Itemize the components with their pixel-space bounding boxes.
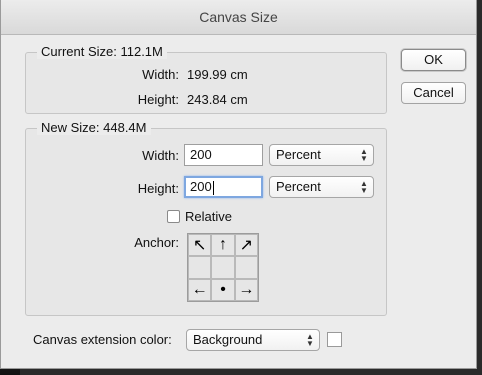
anchor-top-right[interactable]: ↗ [234,234,258,257]
width-input-value: 200 [190,147,212,162]
relative-checkbox[interactable] [167,210,180,223]
width-input[interactable]: 200 [184,144,263,166]
current-width-label: Width: [142,67,179,82]
current-width-value: 199.99 cm [187,67,248,82]
anchor-bottom-center[interactable]: • [211,278,235,301]
anchor-bottom-left[interactable]: ← [188,278,212,301]
anchor-middle-right[interactable] [234,256,258,279]
current-size-legend: Current Size: 112.1M [37,44,167,59]
cancel-button[interactable]: Cancel [401,82,466,104]
chevron-updown-icon: ▲ ▼ [360,179,368,195]
anchor-bottom-right[interactable]: → [234,278,258,301]
dialog-title: Canvas Size [1,0,476,35]
chevron-updown-icon: ▲ ▼ [360,147,368,163]
anchor-grid[interactable]: ↖ ↑ ↗ ← • → [187,233,259,302]
current-height-value: 243.84 cm [187,92,248,107]
width-unit-value: Percent [276,147,321,162]
new-height-label: Height: [137,181,179,196]
height-unit-select[interactable]: Percent ▲ ▼ [269,176,374,198]
current-height-label: Height: [137,92,179,107]
extension-color-swatch[interactable] [327,332,342,347]
new-size-legend: New Size: 448.4M [37,120,151,135]
height-input-value: 200 [190,179,212,194]
anchor-top-left[interactable]: ↖ [188,234,212,257]
extension-color-select[interactable]: Background ▲ ▼ [186,329,320,351]
anchor-middle-left[interactable] [188,256,212,279]
anchor-label: Anchor: [134,235,179,250]
anchor-middle-center[interactable] [211,256,235,279]
height-unit-value: Percent [276,179,321,194]
ok-button[interactable]: OK [401,49,466,71]
anchor-top-center[interactable]: ↑ [211,234,235,257]
relative-label[interactable]: Relative [185,209,232,224]
chevron-updown-icon: ▲ ▼ [306,332,314,348]
extension-color-value: Background [193,332,263,347]
height-input[interactable]: 200 [184,176,263,198]
new-width-label: Width: [142,148,179,163]
canvas-size-dialog: Canvas Size Current Size: 112.1M Width: … [0,0,477,369]
text-caret [212,180,214,195]
width-unit-select[interactable]: Percent ▲ ▼ [269,144,374,166]
extension-color-label: Canvas extension color: [33,332,172,347]
